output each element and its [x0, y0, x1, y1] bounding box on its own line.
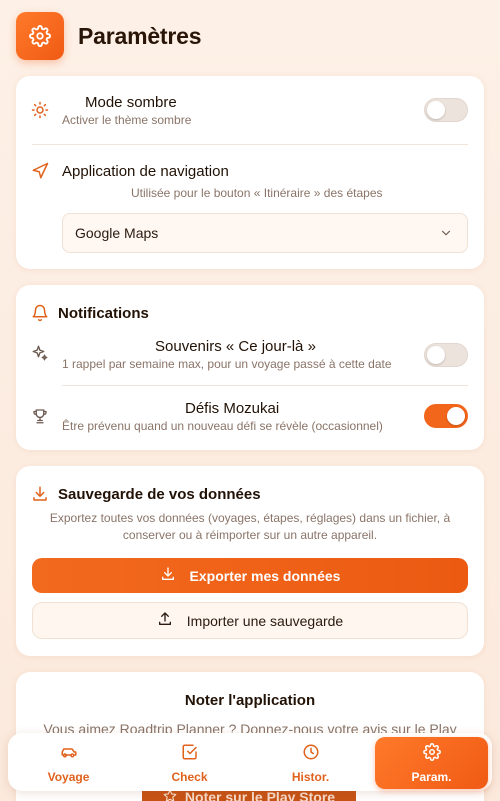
navigation-app-selected: Google Maps: [75, 225, 159, 241]
clock-icon: [302, 743, 320, 764]
toggle-knob: [447, 407, 465, 425]
challenges-toggle[interactable]: [424, 404, 468, 428]
navigation-app-title: Application de navigation: [62, 163, 229, 180]
navigation-app-subtitle: Utilisée pour le bouton « Itinéraire » d…: [131, 186, 383, 200]
download-icon: [30, 484, 50, 504]
rate-title: Noter l'application: [184, 692, 316, 709]
memories-toggle[interactable]: [424, 343, 468, 367]
dark-mode-title: Mode sombre: [85, 94, 177, 111]
memories-title: Souvenirs « Ce jour-là »: [155, 338, 316, 355]
appearance-card: Mode sombre Activer le thème sombre Appl…: [16, 76, 484, 269]
export-button-label: Exporter mes données: [189, 567, 341, 584]
toggle-knob: [427, 101, 445, 119]
nav-label: Histor.: [291, 769, 330, 784]
dark-mode-subtitle: Activer le thème sombre: [62, 113, 192, 127]
sparkles-icon: [30, 343, 50, 363]
upload-icon: [157, 611, 173, 630]
challenges-subtitle: Être prévenu quand un nouveau défi se ré…: [62, 419, 383, 433]
trophy-icon: [30, 406, 50, 426]
bell-icon: [30, 303, 50, 323]
backup-card: Sauvegarde de vos données Exportez toute…: [16, 466, 484, 656]
import-button[interactable]: Importer une sauvegarde: [32, 602, 468, 639]
page-header: Paramètres: [16, 12, 202, 60]
page-title: Paramètres: [78, 22, 202, 49]
memories-subtitle: 1 rappel par semaine max, pour un voyage…: [62, 357, 392, 371]
nav-item-history[interactable]: Histor.: [254, 737, 367, 789]
divider: [32, 144, 468, 145]
nav-item-voyage[interactable]: Voyage: [12, 737, 125, 789]
nav-item-check[interactable]: Check: [133, 737, 246, 789]
toggle-knob: [427, 346, 445, 364]
chevron-down-icon: [439, 226, 453, 243]
notifications-card: Notifications Souvenirs « Ce jour-là » 1…: [16, 285, 484, 450]
divider: [62, 385, 468, 386]
challenges-title: Défis Mozukai: [185, 400, 280, 417]
export-button[interactable]: Exporter mes données: [32, 558, 468, 593]
download-icon: [160, 566, 176, 585]
bottom-nav: Voyage Check Histor. Param.: [8, 733, 492, 791]
checkbox-icon: [181, 743, 199, 764]
nav-label: Voyage: [47, 769, 90, 784]
backup-description: Exportez toutes vos données (voyages, ét…: [49, 511, 451, 542]
notifications-title: Notifications: [58, 305, 149, 322]
sun-icon: [30, 100, 50, 120]
navigation-arrow-icon: [30, 161, 50, 181]
import-button-label: Importer une sauvegarde: [186, 612, 344, 629]
nav-label: Param.: [411, 769, 452, 784]
navigation-app-select[interactable]: Google Maps: [62, 213, 468, 253]
gear-icon: [422, 742, 441, 764]
dark-mode-toggle[interactable]: [424, 98, 468, 122]
gear-icon: [16, 12, 64, 60]
nav-item-settings[interactable]: Param.: [375, 737, 488, 789]
car-icon: [60, 743, 78, 764]
nav-label: Check: [171, 769, 208, 784]
backup-title: Sauvegarde de vos données: [58, 486, 261, 503]
